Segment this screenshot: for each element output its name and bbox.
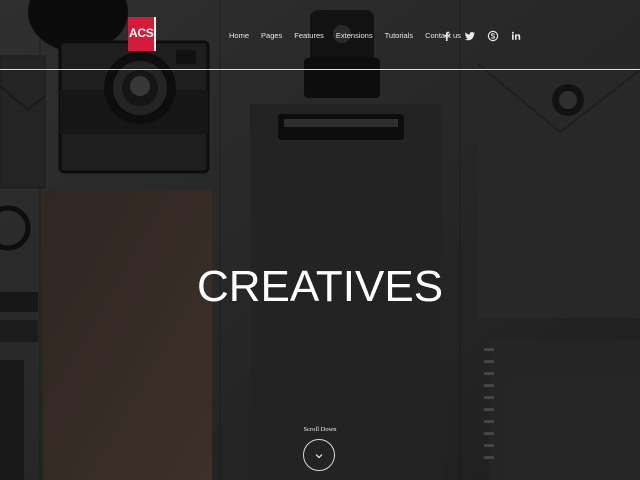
header-divider	[0, 69, 640, 70]
social-links	[441, 30, 533, 42]
nav-item-pages[interactable]: Pages	[261, 31, 282, 43]
brand-logo-text: ACS	[129, 26, 154, 40]
hero-title: CREATIVES	[196, 262, 444, 312]
nav-item-extensions[interactable]: Extensions	[336, 31, 373, 43]
nav-item-tutorials[interactable]: Tutorials	[385, 31, 413, 43]
hero-overlay	[0, 0, 640, 480]
scroll-down-label: Scroll Down	[303, 426, 337, 433]
chevron-down-icon	[315, 454, 323, 459]
nav-item-features[interactable]: Features	[294, 31, 324, 43]
nav-item-home[interactable]: Home	[229, 31, 249, 43]
main-navigation: Home Pages Features Extensions Tutorials…	[229, 31, 473, 43]
skype-icon[interactable]	[487, 30, 499, 42]
twitter-icon[interactable]	[464, 30, 476, 42]
brand-logo[interactable]: ACS	[128, 17, 156, 51]
linkedin-icon[interactable]	[510, 30, 522, 42]
scroll-down-button[interactable]	[303, 439, 335, 471]
facebook-icon[interactable]	[441, 30, 453, 42]
